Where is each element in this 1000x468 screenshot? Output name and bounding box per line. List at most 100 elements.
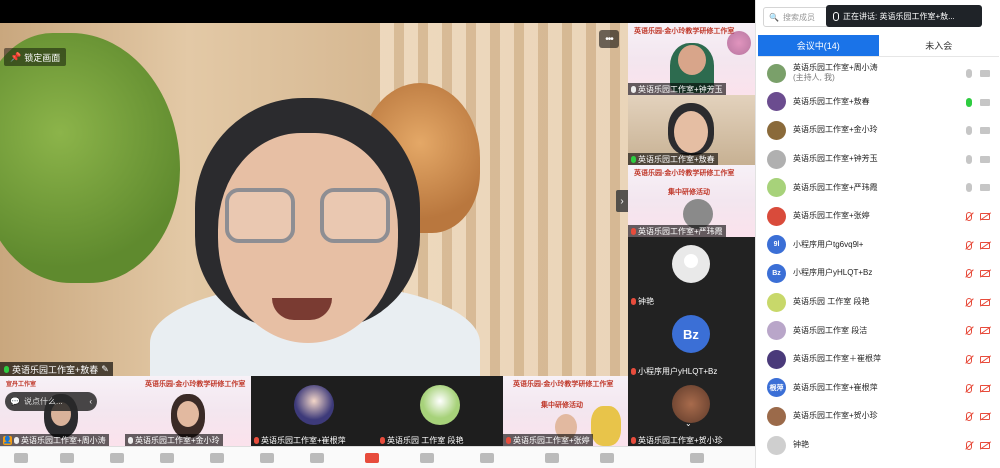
- camera-icon[interactable]: [980, 155, 990, 163]
- mic-icon[interactable]: [966, 126, 972, 136]
- mic-muted-icon[interactable]: [966, 412, 972, 422]
- camera-icon[interactable]: [980, 70, 990, 77]
- participant-row[interactable]: 英语乐园工作室＋崔根萍: [756, 345, 1000, 374]
- participant-name: 小程序用户tg6vq9l+: [793, 239, 864, 249]
- more-options-button[interactable]: •••: [599, 30, 619, 48]
- lock-view-label: 锁定画面: [24, 52, 61, 63]
- toolbar-record-button[interactable]: [310, 453, 324, 463]
- avatar: [767, 149, 786, 169]
- mic-active-icon: [4, 365, 9, 373]
- camera-off-icon[interactable]: [980, 413, 990, 421]
- camera-icon[interactable]: [980, 127, 990, 135]
- avatar: [767, 349, 786, 369]
- meeting-toolbar: [0, 446, 755, 468]
- participant-row[interactable]: 英语乐园工作室+周小涛 (主持人, 我): [756, 59, 1000, 88]
- tab-not-joined[interactable]: 未入会: [879, 35, 1000, 56]
- camera-off-icon[interactable]: [980, 327, 990, 335]
- now-speaking-text: 正在讲话: 英语乐园工作室+敖...: [843, 11, 955, 21]
- tab-in-meeting[interactable]: 会议中(14): [758, 35, 879, 56]
- mic-muted-icon[interactable]: [966, 211, 972, 221]
- participant-row[interactable]: 英语乐园工作室 段洁: [756, 316, 1000, 345]
- mic-icon[interactable]: [966, 97, 972, 107]
- toolbar-leave-button[interactable]: [690, 453, 704, 463]
- mic-muted-icon[interactable]: [966, 297, 972, 307]
- mic-muted-icon: [631, 436, 636, 444]
- mic-muted-icon[interactable]: [966, 383, 972, 393]
- mic-muted-icon[interactable]: [966, 354, 972, 364]
- mic-muted-icon[interactable]: [966, 240, 972, 250]
- mic-icon[interactable]: [966, 183, 972, 193]
- video-tile[interactable]: 英语乐园-金小玲教学研修工作室 集中研修活动 英语乐园工作室+张婷: [503, 376, 628, 446]
- toolbar-camera-button[interactable]: [60, 453, 74, 463]
- video-tile[interactable]: 宣丹工作室 👤 英语乐园工作室+周小涛: [0, 376, 125, 446]
- camera-off-icon[interactable]: [980, 355, 990, 363]
- participant-row[interactable]: 英语乐园 工作室 段艳: [756, 288, 1000, 317]
- participant-row[interactable]: 9l 小程序用户tg6vq9l+: [756, 231, 1000, 260]
- participant-row[interactable]: Bz 小程序用户yHLQT+Bz: [756, 259, 1000, 288]
- video-tile[interactable]: ⌄ 英语乐园工作室+贺小珍: [628, 377, 755, 446]
- lock-view-button[interactable]: 📌 锁定画面: [4, 48, 67, 66]
- participant-name: 英语乐园工作室+敖春: [793, 96, 870, 106]
- avatar: [767, 178, 786, 198]
- toolbar-security-button[interactable]: [110, 453, 124, 463]
- toolbar-settings-button[interactable]: [420, 453, 434, 463]
- chevron-down-icon[interactable]: ⌄: [685, 419, 692, 428]
- camera-off-icon[interactable]: [980, 241, 990, 249]
- mic-muted-icon[interactable]: [966, 326, 972, 336]
- toolbar-members-button[interactable]: [210, 453, 224, 463]
- toolbar-view-button[interactable]: [600, 453, 614, 463]
- mic-muted-icon: [631, 367, 636, 375]
- participant-name: 小程序用户yHLQT+Bz: [793, 268, 873, 278]
- toolbar-apps-button[interactable]: [365, 453, 379, 463]
- participant-name: 英语乐园工作室+贺小珍: [793, 411, 878, 421]
- participant-name-block: 英语乐园工作室+张婷: [793, 211, 870, 221]
- mic-icon[interactable]: [966, 154, 972, 164]
- tile-caption: 小程序用户yHLQT+Bz: [628, 365, 720, 377]
- participant-row[interactable]: 英语乐园工作室+严玮霞: [756, 173, 1000, 202]
- toolbar-more-button[interactable]: [480, 453, 494, 463]
- camera-icon[interactable]: [980, 184, 990, 192]
- video-tile[interactable]: 英语乐园-金小玲教学研修工作室 集中研修活动 英语乐园工作室+严玮霞: [628, 165, 755, 237]
- video-tile[interactable]: 英语乐园-金小玲教学研修工作室 英语乐园工作室+金小玲: [125, 376, 251, 446]
- collapse-sidebar-button[interactable]: ›: [616, 190, 628, 212]
- tile-name: 英语乐园工作室+张婷: [513, 435, 590, 445]
- avatar: [294, 385, 334, 425]
- video-tile[interactable]: 钟艳: [628, 237, 755, 307]
- mic-muted-icon[interactable]: [966, 440, 972, 450]
- mic-muted-icon[interactable]: [966, 269, 972, 279]
- camera-off-icon[interactable]: [980, 384, 990, 392]
- video-tile[interactable]: 英语乐园-金小玲教学研修工作室 英语乐园工作室+钟芳玉: [628, 23, 755, 95]
- participant-row[interactable]: 根萍 英语乐园工作室+崔根萍: [756, 374, 1000, 403]
- toolbar-mic-button[interactable]: [14, 453, 28, 463]
- chevron-left-icon[interactable]: ‹: [89, 397, 92, 406]
- participant-name-block: 英语乐园工作室+崔根萍: [793, 383, 878, 393]
- participant-row[interactable]: 钟艳: [756, 431, 1000, 460]
- camera-off-icon[interactable]: [980, 212, 990, 220]
- participant-row[interactable]: 英语乐园工作室+张婷: [756, 202, 1000, 231]
- mic-icon: [631, 85, 636, 93]
- meeting-window: 📌 锁定画面 ••• 英语乐园工作室+敖春 ✎ › 英语乐园-金小玲教学研修工作…: [0, 0, 1000, 468]
- video-tile[interactable]: 英语乐园工作室+崔根萍: [251, 376, 377, 446]
- participant-face: [674, 111, 708, 153]
- video-tile[interactable]: 英语乐园 工作室 段艳: [377, 376, 503, 446]
- chat-input[interactable]: 💬 说点什么... ‹: [5, 392, 97, 411]
- video-tile[interactable]: Bz 小程序用户yHLQT+Bz: [628, 307, 755, 377]
- video-tile[interactable]: 英语乐园工作室+敖春: [628, 95, 755, 165]
- toolbar-share-button[interactable]: [160, 453, 174, 463]
- camera-off-icon[interactable]: [980, 270, 990, 278]
- toolbar-chat-button[interactable]: [260, 453, 274, 463]
- edit-pencil-icon[interactable]: ✎: [101, 364, 109, 375]
- participant-row[interactable]: 英语乐园工作室+金小玲: [756, 116, 1000, 145]
- avatar: [767, 92, 786, 112]
- participant-row[interactable]: 英语乐园工作室+敖春: [756, 88, 1000, 117]
- participant-row[interactable]: 英语乐园工作室+贺小珍: [756, 402, 1000, 431]
- participant-name: 英语乐园工作室+张婷: [793, 211, 870, 221]
- camera-off-icon[interactable]: [980, 441, 990, 449]
- toolbar-layout-button[interactable]: [545, 453, 559, 463]
- mic-icon[interactable]: [966, 69, 972, 78]
- participant-name-block: 小程序用户tg6vq9l+: [793, 240, 863, 250]
- participant-row[interactable]: 英语乐园工作室+钟芳玉: [756, 145, 1000, 174]
- camera-off-icon[interactable]: [980, 298, 990, 306]
- main-speaker-video[interactable]: [0, 23, 628, 376]
- camera-icon[interactable]: [980, 98, 990, 106]
